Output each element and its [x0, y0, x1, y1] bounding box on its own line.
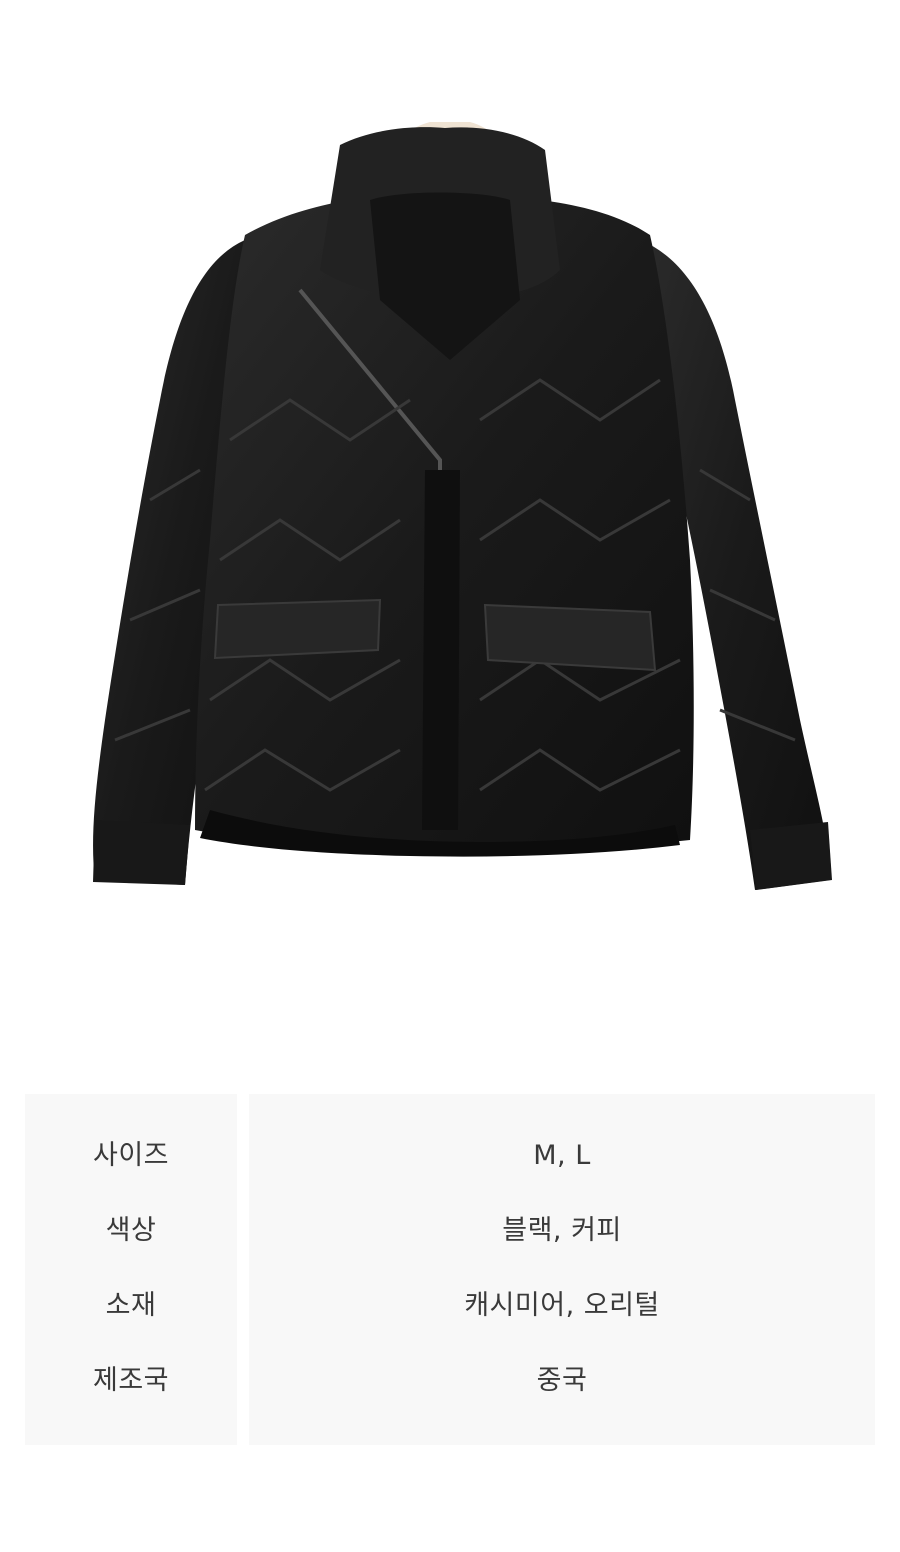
spec-value-column: M, L 블랙, 커피 캐시미어, 오리털 중국	[249, 1094, 875, 1445]
spec-value-material: 캐시미어, 오리털	[464, 1290, 660, 1321]
spec-label: 색상	[105, 1215, 157, 1246]
spec-table: 사이즈 색상 소재 제조국 M, L 블랙, 커피 캐시미어, 오리털 중국	[25, 1094, 875, 1445]
right-pocket-flap	[483, 603, 657, 672]
placket	[422, 470, 460, 830]
spec-label-column: 사이즈 색상 소재 제조국	[25, 1094, 237, 1445]
spec-value-origin: 중국	[536, 1365, 588, 1396]
spec-label: 소재	[105, 1290, 157, 1321]
left-cuff	[93, 820, 190, 885]
right-cuff	[750, 822, 832, 890]
spec-label: 사이즈	[92, 1140, 170, 1171]
spec-label: 제조국	[92, 1365, 170, 1396]
product-photo	[0, 0, 900, 1060]
spec-value-color: 블랙, 커피	[502, 1215, 622, 1246]
jacket-image	[93, 122, 832, 890]
spec-value-size: M, L	[533, 1140, 591, 1171]
left-pocket-flap	[213, 598, 382, 660]
